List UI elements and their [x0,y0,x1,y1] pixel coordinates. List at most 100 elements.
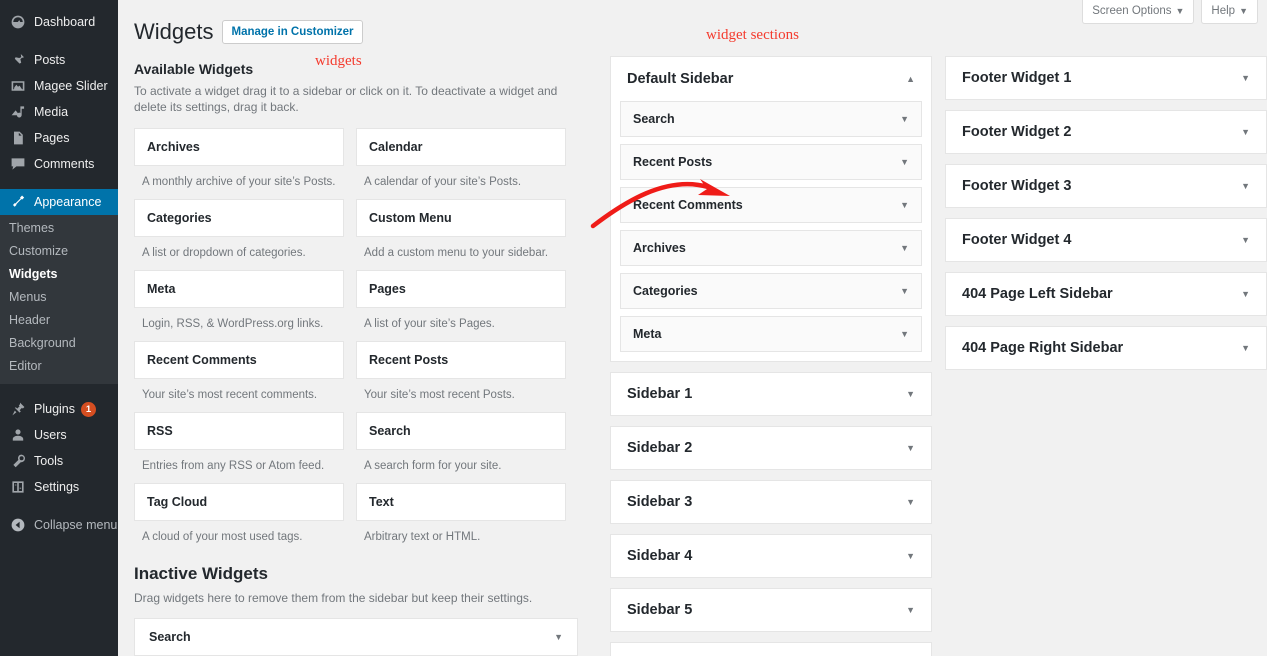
help-label: Help [1211,5,1236,17]
chevron-down-icon[interactable]: ▼ [1241,181,1250,191]
screen-options-button[interactable]: Screen Options ▼ [1082,0,1195,24]
chevron-down-icon[interactable]: ▼ [1241,73,1250,83]
sidebar-item-comments[interactable]: Comments [0,151,118,177]
sidebar-item-magee-slider[interactable]: Magee Slider [0,73,118,99]
sidebar-widget-recent-comments[interactable]: Recent Comments ▼ [620,187,922,223]
chevron-down-icon[interactable]: ▼ [906,497,915,507]
sidebar-widget-meta[interactable]: Meta ▼ [620,316,922,352]
sidebar-panel-footer-widget-3: Footer Widget 3 ▼ [945,164,1267,208]
sidebar-widget-label: Recent Posts [633,155,713,169]
slider-icon [9,77,27,95]
sidebar-item-appearance[interactable]: Appearance [0,189,126,215]
sidebar-panel-header[interactable]: Default Sidebar ▲ [611,57,931,101]
sidebar-panel-header[interactable]: Sidebar 1 ▼ [611,373,931,415]
sidebar-widget-label: Search [633,112,675,126]
sidebar-panels-middle-column: Default Sidebar ▲ Search ▼ Recent Posts ▼ Rece… [610,56,932,656]
sidebar-widget-label: Archives [633,241,686,255]
available-widget-recent-comments[interactable]: Recent Comments [134,341,344,379]
chevron-down-icon[interactable]: ▼ [1241,127,1250,137]
sidebar-panel-header[interactable]: Sidebar 6▼ [611,643,931,656]
chevron-up-icon[interactable]: ▲ [906,74,915,84]
available-widget-categories[interactable]: Categories [134,199,344,237]
sidebar-panel-header[interactable]: Footer Widget 2 ▼ [946,111,1266,153]
chevron-down-icon[interactable]: ▼ [1241,235,1250,245]
sidebar-widget-archives[interactable]: Archives ▼ [620,230,922,266]
sidebar-item-tools[interactable]: Tools [0,448,118,474]
available-widget-description: A calendar of your site’s Posts. [364,176,522,188]
sidebar-item-label: Appearance [34,195,102,209]
sidebar-item-pages[interactable]: Pages [0,125,118,151]
sidebar-widget-categories[interactable]: Categories ▼ [620,273,922,309]
plugins-update-badge: 1 [81,401,96,417]
sidebar-panel-header[interactable]: Footer Widget 1 ▼ [946,57,1266,99]
sidebar-item-label: Pages [34,131,70,145]
sidebar-panel-header[interactable]: Sidebar 3 ▼ [611,481,931,523]
available-widget-description: Your site’s most recent comments. [142,389,318,401]
available-widget-search[interactable]: Search [356,412,566,450]
available-widget-description: Your site’s most recent Posts. [364,389,515,401]
sidebar-item-settings[interactable]: Settings [0,474,118,500]
sidebar-item-media[interactable]: Media [0,99,118,125]
submenu-item-widgets[interactable]: Widgets [0,263,118,286]
submenu-item-editor[interactable]: Editor [0,355,118,378]
media-icon [9,103,27,121]
chevron-down-icon[interactable]: ▼ [900,200,909,210]
sidebar-panel-header[interactable]: 404 Page Right Sidebar ▼ [946,327,1266,369]
chevron-down-icon[interactable]: ▼ [900,243,909,253]
sidebar-widget-search[interactable]: Search ▼ [620,101,922,137]
submenu-item-themes[interactable]: Themes [0,217,118,240]
chevron-down-icon[interactable]: ▼ [900,114,909,124]
available-widget-recent-posts[interactable]: Recent Posts [356,341,566,379]
sidebar-item-dashboard[interactable]: Dashboard [0,9,118,35]
chevron-down-icon[interactable]: ▼ [900,286,909,296]
chevron-down-icon[interactable]: ▼ [1241,343,1250,353]
available-widget-item: Search A search form for your site. [356,412,566,483]
available-widget-tag-cloud[interactable]: Tag Cloud [134,483,344,521]
submenu-item-menus[interactable]: Menus [0,286,118,309]
chevron-down-icon[interactable]: ▼ [906,443,915,453]
sidebar-panel-header[interactable]: Footer Widget 4 ▼ [946,219,1266,261]
available-widget-text[interactable]: Text [356,483,566,521]
sidebar-widget-recent-posts[interactable]: Recent Posts ▼ [620,144,922,180]
available-widget-item: Meta Login, RSS, & WordPress.org links. [134,270,344,341]
pages-icon [9,129,27,147]
available-widget-item: Pages A list of your site’s Pages. [356,270,566,341]
sidebar-panel-header[interactable]: Sidebar 4 ▼ [611,535,931,577]
sidebar-item-posts[interactable]: Posts [0,47,118,73]
chevron-down-icon[interactable]: ▼ [906,605,915,615]
chevron-down-icon[interactable]: ▼ [900,157,909,167]
submenu-item-customize[interactable]: Customize [0,240,118,263]
sidebar-item-users[interactable]: Users [0,422,118,448]
sidebar-panel-header[interactable]: Sidebar 5 ▼ [611,589,931,631]
inactive-widgets-section: Inactive Widgets Drag widgets here to re… [134,564,578,656]
sidebar-item-plugins[interactable]: Plugins 1 [0,396,118,422]
users-icon [9,426,27,444]
available-widget-archives[interactable]: Archives [134,128,344,166]
chevron-down-icon[interactable]: ▼ [554,632,563,642]
inactive-widget-search[interactable]: Search ▼ [134,618,578,656]
submenu-item-header[interactable]: Header [0,309,118,332]
tools-icon [9,452,27,470]
sidebar-panel-header[interactable]: 404 Page Left Sidebar ▼ [946,273,1266,315]
submenu-item-background[interactable]: Background [0,332,118,355]
chevron-down-icon[interactable]: ▼ [906,389,915,399]
available-widget-calendar[interactable]: Calendar [356,128,566,166]
main-content-area: Screen Options ▼ Help ▼ Widgets Manage in … [118,0,1267,656]
appearance-icon [9,193,27,211]
chevron-down-icon[interactable]: ▼ [900,329,909,339]
sidebar-panel-header[interactable]: Sidebar 2 ▼ [611,427,931,469]
available-widget-pages[interactable]: Pages [356,270,566,308]
available-widget-custom-menu[interactable]: Custom Menu [356,199,566,237]
sidebar-item-collapse-menu[interactable]: Collapse menu [0,512,118,538]
help-button[interactable]: Help ▼ [1201,0,1258,24]
chevron-down-icon[interactable]: ▼ [906,551,915,561]
manage-in-customizer-button[interactable]: Manage in Customizer [222,20,363,44]
available-widget-meta[interactable]: Meta [134,270,344,308]
sidebar-panel-title: Default Sidebar [627,71,734,87]
available-widget-rss[interactable]: RSS [134,412,344,450]
chevron-down-icon[interactable]: ▼ [1241,289,1250,299]
sidebar-panel-footer-widget-1: Footer Widget 1 ▼ [945,56,1267,100]
sidebar-panel-header[interactable]: Footer Widget 3 ▼ [946,165,1266,207]
available-widget-item: Tag Cloud A cloud of your most used tags. [134,483,344,554]
sidebar-panel-title: Sidebar 5 [627,602,693,618]
